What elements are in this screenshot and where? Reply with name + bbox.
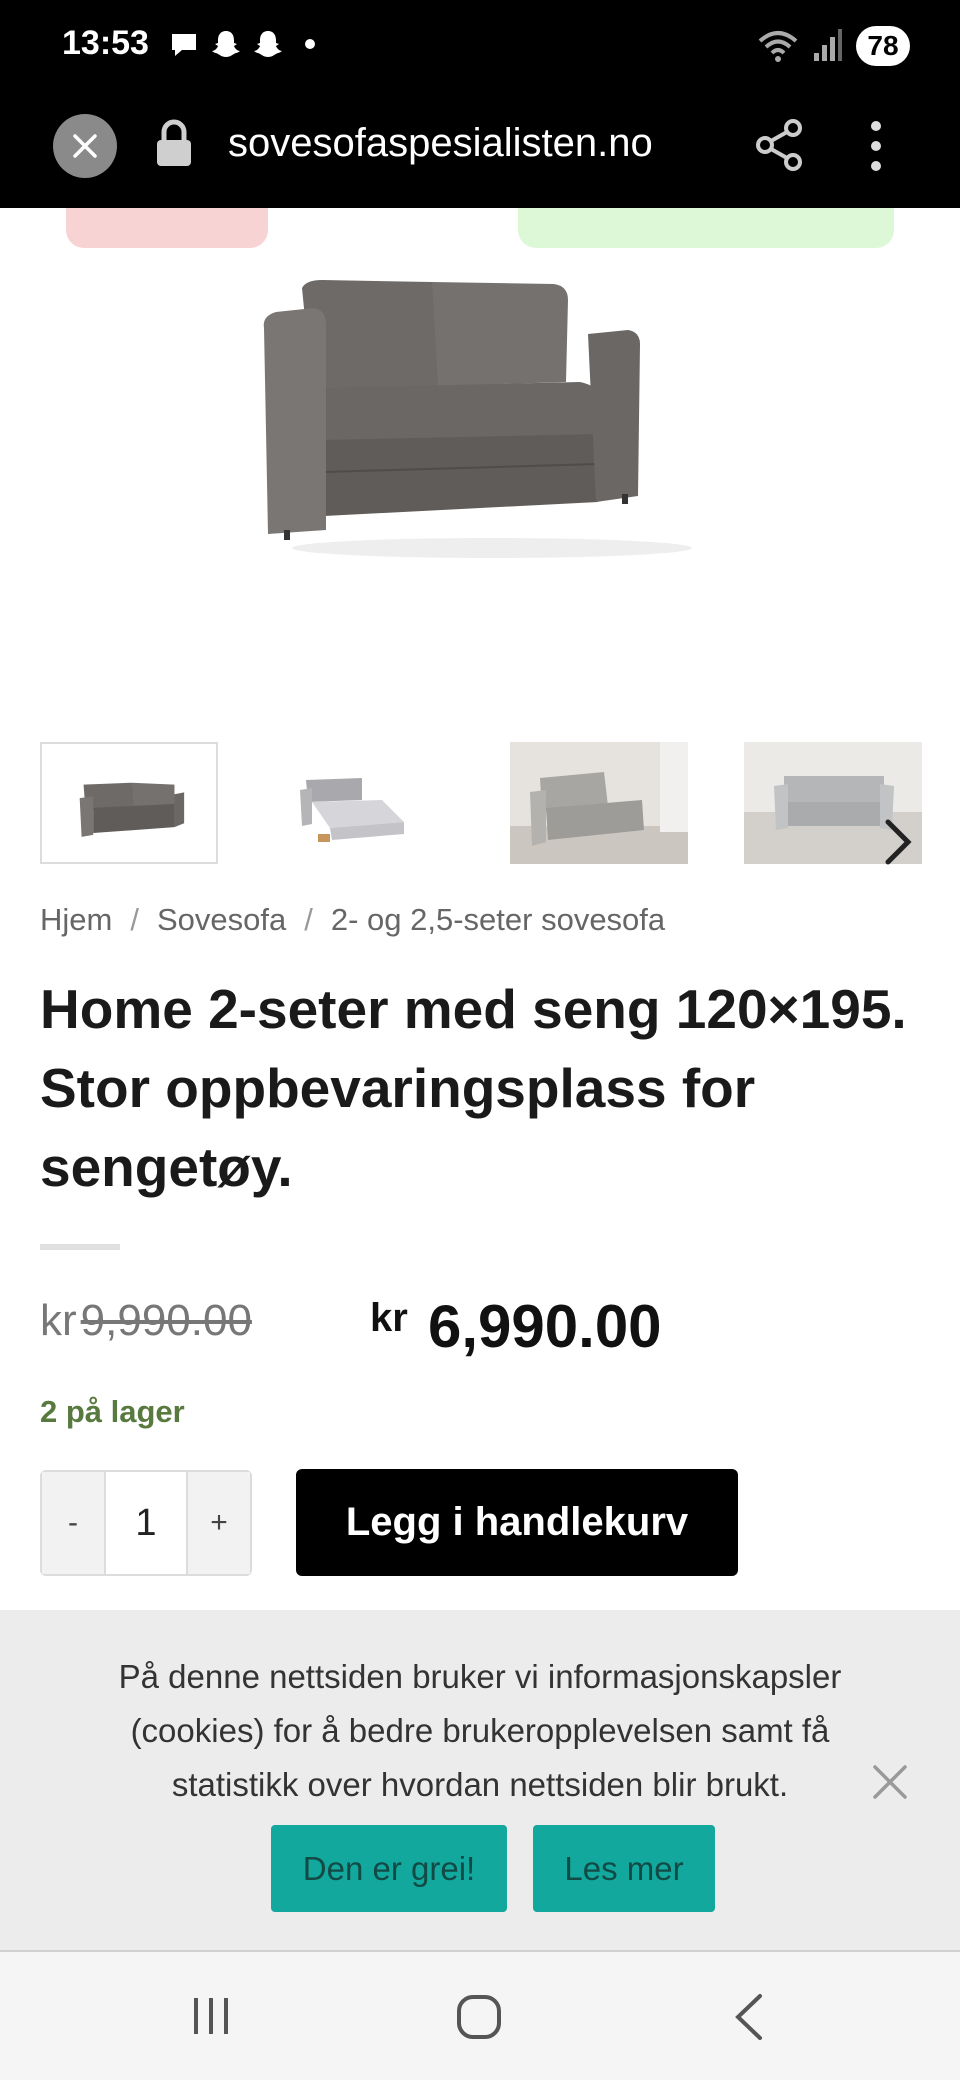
share-icon[interactable]	[755, 119, 803, 171]
product-title: Home 2-seter med seng 120×195. Stor oppb…	[40, 978, 907, 1198]
snapchat-icon	[254, 31, 282, 57]
status-time: 13:53	[62, 24, 149, 62]
thumbnail-gallery	[40, 742, 922, 866]
chat-bubble-icon	[172, 34, 196, 56]
url-field[interactable]: sovesofaspesialisten.no	[228, 121, 653, 166]
recent-apps-icon[interactable]	[190, 1996, 232, 2036]
signal-icon	[814, 29, 842, 61]
breadcrumb-separator: /	[304, 902, 313, 937]
breadcrumb-link-subcategory[interactable]: 2- og 2,5-seter sovesofa	[331, 902, 665, 937]
back-icon[interactable]	[732, 1992, 764, 2042]
breadcrumb-link-category[interactable]: Sovesofa	[157, 902, 286, 937]
product-image[interactable]	[262, 268, 722, 568]
old-price-currency: kr	[40, 1296, 77, 1345]
system-icons: 78	[758, 26, 910, 66]
thumbnail-image	[42, 744, 216, 862]
thumbnail-2[interactable]	[274, 742, 452, 864]
old-price: kr9,990.00	[40, 1296, 252, 1346]
sale-badge	[66, 208, 268, 248]
breadcrumb: Hjem / Sovesofa / 2- og 2,5-seter sovesofa	[40, 902, 665, 938]
dot-icon	[305, 39, 315, 49]
thumbnail-image	[510, 742, 688, 864]
wifi-icon	[758, 31, 798, 62]
thumbnail-1[interactable]	[40, 742, 218, 864]
cookie-read-more-button[interactable]: Les mer	[533, 1825, 715, 1912]
snapchat-icon	[212, 31, 240, 57]
stock-status: 2 på lager	[40, 1394, 185, 1429]
quantity-decrease-button[interactable]: -	[42, 1472, 106, 1574]
thumbnail-3[interactable]	[510, 742, 688, 864]
current-price: 6,990.00	[428, 1293, 662, 1360]
status-bar: 13:53 78	[0, 0, 960, 100]
breadcrumb-separator: /	[130, 902, 139, 937]
close-icon[interactable]	[872, 1764, 908, 1800]
cookie-text: På denne nettsiden bruker vi informasjon…	[118, 1658, 842, 1803]
add-to-cart-button[interactable]: Legg i handlekurv	[296, 1469, 738, 1576]
old-price-amount: 9,990.00	[80, 1296, 252, 1345]
quantity-stepper: - +	[40, 1470, 252, 1576]
lock-icon	[157, 119, 191, 166]
quantity-input[interactable]	[106, 1472, 186, 1574]
cookie-accept-button[interactable]: Den er grei!	[271, 1825, 507, 1912]
price-currency: kr	[370, 1296, 408, 1340]
quantity-increase-button[interactable]: +	[186, 1472, 250, 1574]
title-divider	[40, 1244, 120, 1250]
thumbnail-image	[274, 742, 452, 864]
battery-icon: 78	[856, 26, 910, 66]
breadcrumb-link-home[interactable]: Hjem	[40, 902, 112, 937]
delivery-badge	[518, 208, 894, 248]
close-tab-button[interactable]	[53, 114, 117, 178]
chevron-right-icon[interactable]	[878, 816, 918, 868]
notification-icons	[168, 28, 326, 60]
home-icon[interactable]	[456, 1994, 502, 2040]
close-icon	[73, 134, 97, 158]
more-vert-icon[interactable]	[864, 118, 888, 174]
